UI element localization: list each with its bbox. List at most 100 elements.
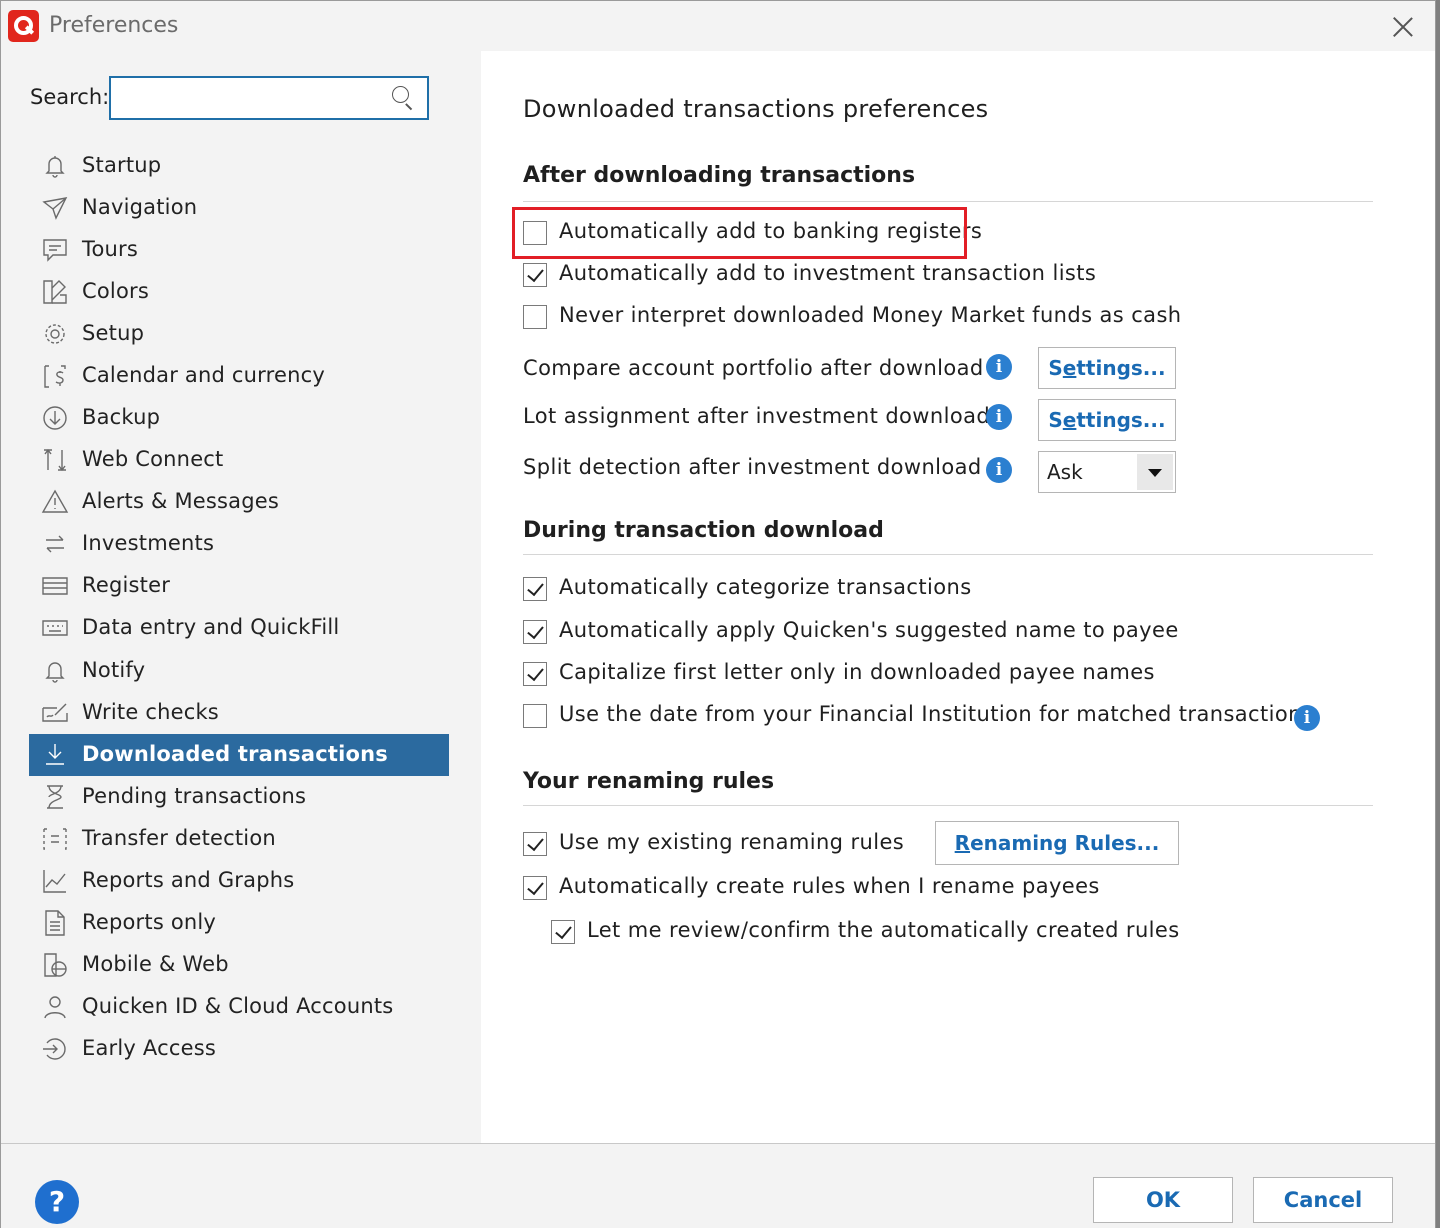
sidebar-item-label: Transfer detection [82, 826, 276, 850]
info-icon[interactable]: i [986, 457, 1012, 483]
mobile-web-icon [41, 951, 69, 979]
info-icon[interactable]: i [986, 404, 1012, 430]
sidebar-item-label: Notify [82, 658, 146, 682]
checkbox[interactable] [523, 876, 547, 900]
sidebar-item-label: Register [82, 573, 171, 597]
lot-settings-button[interactable]: Settings... [1038, 399, 1176, 441]
highlight-annotation [512, 207, 967, 259]
sidebar-item-transfer-detection[interactable]: Transfer detection [29, 818, 449, 860]
compare-settings-button[interactable]: Settings... [1038, 347, 1176, 389]
bell-icon [41, 152, 69, 180]
sidebar-item-label: Tours [82, 237, 138, 261]
sidebar-item-label: Mobile & Web [82, 952, 229, 976]
sidebar-item-label: Write checks [82, 700, 219, 724]
transfer-icon [41, 825, 69, 853]
download-circle-icon [41, 404, 69, 432]
page-title: Downloaded transactions preferences [523, 95, 989, 123]
sidebar-item-label: Startup [82, 153, 162, 177]
info-icon[interactable]: i [1294, 705, 1320, 731]
lot-assignment-label: Lot assignment after investment download [523, 404, 991, 428]
sidebar-item-register[interactable]: Register [29, 565, 449, 607]
search-input[interactable] [119, 84, 379, 112]
split-detection-value: Ask [1047, 460, 1083, 484]
sidebar-item-label: Alerts & Messages [82, 489, 280, 513]
ok-button[interactable]: OK [1093, 1177, 1233, 1223]
help-icon[interactable]: ? [35, 1180, 79, 1224]
sidebar-item-reports-only[interactable]: Reports only [29, 902, 449, 944]
sidebar-item-quicken-id[interactable]: Quicken ID & Cloud Accounts [29, 986, 449, 1028]
sidebar-item-reports-graphs[interactable]: Reports and Graphs [29, 860, 449, 902]
sidebar-item-label: Colors [82, 279, 149, 303]
preferences-window: Preferences Search: Startup Navigation T… [0, 0, 1440, 1228]
compare-portfolio-label: Compare account portfolio after download [523, 356, 984, 380]
section-divider [523, 201, 1373, 202]
renaming-rules-button[interactable]: Renaming Rules... [935, 821, 1179, 865]
checkbox[interactable] [523, 832, 547, 856]
checkbox-label: Automatically add to investment transact… [559, 261, 1097, 285]
checkbox-label: Automatically categorize transactions [559, 575, 972, 599]
section-title-after-download: After downloading transactions [523, 163, 916, 188]
checkbox-label: Capitalize first letter only in download… [559, 660, 1155, 684]
checkbox-label: Automatically create rules when I rename… [559, 874, 1100, 898]
bell-icon [41, 657, 69, 685]
user-icon [41, 993, 69, 1021]
search-icon[interactable] [392, 86, 414, 111]
checkbox-label: Use my existing renaming rules [559, 830, 905, 854]
checkbox[interactable] [523, 620, 547, 644]
sidebar-item-calendar-currency[interactable]: Calendar and currency [29, 355, 449, 397]
checkbox[interactable] [523, 704, 547, 728]
sidebar-item-label: Data entry and QuickFill [82, 615, 340, 639]
section-title-during-download: During transaction download [523, 518, 884, 543]
sidebar-item-alerts-messages[interactable]: Alerts & Messages [29, 481, 449, 523]
speech-bubble-icon [41, 236, 69, 264]
section-divider [523, 805, 1373, 806]
palette-icon [41, 278, 69, 306]
search-box[interactable] [109, 76, 429, 120]
register-icon [41, 572, 69, 600]
paper-plane-icon [41, 194, 69, 222]
warning-icon [41, 488, 69, 516]
sidebar-item-early-access[interactable]: Early Access [29, 1028, 449, 1070]
search-label: Search: [30, 85, 110, 109]
sidebar-item-setup[interactable]: Setup [29, 313, 449, 355]
info-icon[interactable]: i [986, 354, 1012, 380]
checkbox[interactable] [523, 305, 547, 329]
sidebar-item-label: Setup [82, 321, 145, 345]
chevron-down-icon[interactable] [1137, 454, 1173, 490]
sidebar-item-startup[interactable]: Startup [29, 145, 449, 187]
sidebar-item-navigation[interactable]: Navigation [29, 187, 449, 229]
sidebar-item-label: Calendar and currency [82, 363, 325, 387]
sidebar-item-backup[interactable]: Backup [29, 397, 449, 439]
sidebar-item-tours[interactable]: Tours [29, 229, 449, 271]
checkbox-label: Never interpret downloaded Money Market … [559, 303, 1182, 327]
sidebar-item-colors[interactable]: Colors [29, 271, 449, 313]
sidebar-item-label: Web Connect [82, 447, 224, 471]
sidebar-item-write-checks[interactable]: Write checks [29, 692, 449, 734]
sidebar-item-label: Quicken ID & Cloud Accounts [82, 994, 394, 1018]
calendar-dollar-icon [41, 362, 69, 390]
sidebar-item-label: Downloaded transactions [82, 742, 388, 766]
sidebar-item-mobile-web[interactable]: Mobile & Web [29, 944, 449, 986]
sidebar-item-downloaded-transactions[interactable]: Downloaded transactions [29, 734, 449, 776]
checkbox[interactable] [551, 920, 575, 944]
checkbox-label: Automatically apply Quicken's suggested … [559, 618, 1179, 642]
sidebar-item-data-entry[interactable]: Data entry and QuickFill [29, 607, 449, 649]
sidebar-item-web-connect[interactable]: Web Connect [29, 439, 449, 481]
sidebar-item-label: Investments [82, 531, 215, 555]
split-detection-select[interactable]: Ask [1038, 451, 1176, 493]
sidebar-item-label: Reports and Graphs [82, 868, 295, 892]
swap-arrows-icon [41, 530, 69, 558]
sidebar-item-investments[interactable]: Investments [29, 523, 449, 565]
sidebar-item-label: Navigation [82, 195, 198, 219]
sidebar-item-pending-transactions[interactable]: Pending transactions [29, 776, 449, 818]
sidebar-item-notify[interactable]: Notify [29, 650, 449, 692]
checkbox[interactable] [523, 577, 547, 601]
checkbox[interactable] [523, 662, 547, 686]
checkbox[interactable] [523, 263, 547, 287]
cancel-button[interactable]: Cancel [1253, 1177, 1393, 1223]
background-edge [1436, 0, 1440, 1228]
keyboard-icon [41, 614, 69, 642]
checkbox-label: Use the date from your Financial Institu… [559, 702, 1314, 726]
up-down-arrows-icon [41, 446, 69, 474]
close-icon[interactable] [1381, 7, 1425, 47]
